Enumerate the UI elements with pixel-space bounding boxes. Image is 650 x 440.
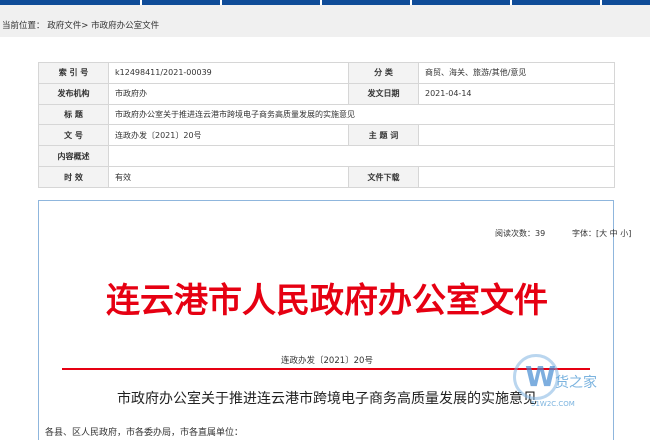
title-value: 市政府办公室关于推进连云港市跨境电子商务高质量发展的实施意见 <box>108 103 615 126</box>
category-value: 商贸、海关、旅游/其他/意见 <box>418 62 615 84</box>
red-header-title: 连云港市人民政府办公室文件 <box>106 281 548 321</box>
read-count-value: 39 <box>535 229 546 238</box>
font-bracket-close: ] <box>628 229 632 238</box>
read-count-label: 阅读次数： <box>495 229 535 238</box>
validity-label: 时 效 <box>38 166 109 188</box>
table-row: 标 题 市政府办公室关于推进连云港市跨境电子商务高质量发展的实施意见 <box>38 103 615 126</box>
issuer-value: 市政府办 <box>108 82 349 105</box>
watermark-text: 货之家 <box>555 375 597 391</box>
doc-number-value: 连政办发〔2021〕20号 <box>108 124 349 147</box>
category-label: 分 类 <box>348 62 419 84</box>
document-metadata-table: 索 引 号 k12498411/2021-00039 分 类 商贸、海关、旅游/… <box>38 62 615 188</box>
keywords-label: 主 题 词 <box>348 124 419 147</box>
table-row: 时 效 有效 文件下载 <box>38 166 615 188</box>
font-size-label: 字体： <box>572 229 596 238</box>
table-row: 索 引 号 k12498411/2021-00039 分 类 商贸、海关、旅游/… <box>38 62 615 84</box>
file-download-value[interactable] <box>418 166 615 188</box>
validity-value: 有效 <box>108 166 349 188</box>
keywords-value <box>418 124 615 147</box>
index-number-value: k12498411/2021-00039 <box>108 62 349 84</box>
font-size-large-button[interactable]: 大 <box>599 229 607 238</box>
title-label: 标 题 <box>38 103 109 126</box>
watermark-logo: W 货之家 51W2C.COM <box>505 348 615 418</box>
document-body-first-line: 各县、区人民政府，市各委办局，市各直属单位： <box>45 428 244 438</box>
breadcrumb: 当前位置： 政府文件> 市政府办公室文件 <box>2 19 159 31</box>
issue-date-value: 2021-04-14 <box>418 82 615 105</box>
doc-number-label: 文 号 <box>38 124 109 147</box>
watermark-letter: W <box>525 360 556 393</box>
index-number-label: 索 引 号 <box>38 62 109 84</box>
summary-value <box>108 145 615 168</box>
file-download-label: 文件下载 <box>348 166 419 188</box>
table-row: 内容概述 <box>38 145 615 168</box>
read-count: 阅读次数：39 <box>495 228 545 239</box>
watermark-url: 51W2C.COM <box>531 400 575 408</box>
breadcrumb-item-office-files[interactable]: 市政府办公室文件 <box>91 21 159 31</box>
table-row: 文 号 连政办发〔2021〕20号 主 题 词 <box>38 124 615 147</box>
breadcrumb-bar: 当前位置： 政府文件> 市政府办公室文件 <box>0 5 650 37</box>
breadcrumb-item-government-files[interactable]: 政府文件 <box>47 21 81 31</box>
font-size-medium-button[interactable]: 中 <box>610 229 618 238</box>
font-size-switcher: 字体：[大 中 小] <box>572 228 631 239</box>
summary-label: 内容概述 <box>38 145 109 168</box>
breadcrumb-separator: > <box>81 21 89 31</box>
issuer-label: 发布机构 <box>38 82 109 105</box>
issue-date-label: 发文日期 <box>348 82 419 105</box>
breadcrumb-prefix: 当前位置： <box>2 21 45 31</box>
table-row: 发布机构 市政府办 发文日期 2021-04-14 <box>38 82 615 105</box>
